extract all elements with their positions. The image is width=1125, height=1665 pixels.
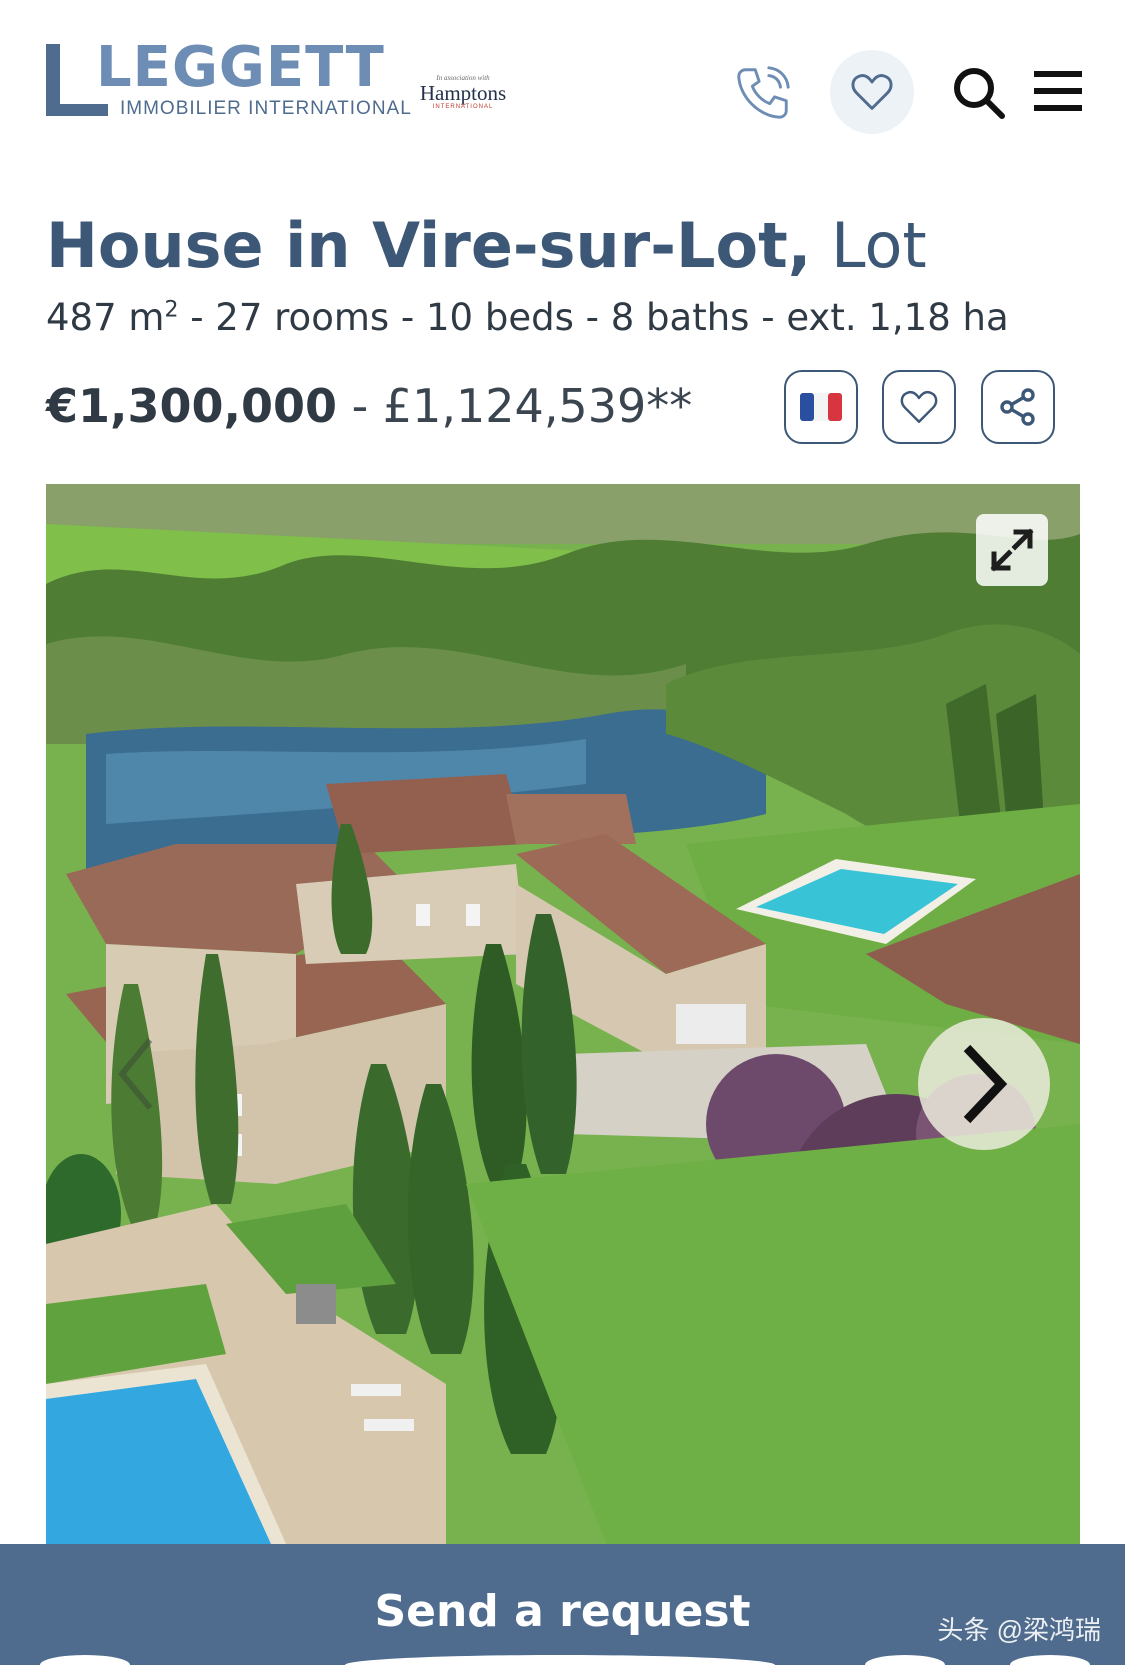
site-header: LEGGETT IMMOBILIER INTERNATIONAL In asso… <box>0 0 1125 190</box>
watermark: 头条 @梁鸿瑞 <box>937 1615 1101 1645</box>
favourites-button[interactable] <box>830 50 914 134</box>
logo-subtitle: IMMOBILIER INTERNATIONAL <box>120 98 412 119</box>
fullscreen-button[interactable] <box>976 514 1048 586</box>
heart-icon <box>851 74 893 110</box>
property-photo[interactable] <box>46 484 1080 1544</box>
previous-photo-button[interactable] <box>106 1024 166 1124</box>
share-icon <box>1000 388 1035 426</box>
search-button[interactable] <box>948 62 1010 124</box>
price-row: €1,300,000 - £1,124,539** <box>46 379 693 433</box>
listing-title: House in Vire-sur-Lot, Lot <box>46 209 927 282</box>
property-aerial-image <box>46 484 1080 1544</box>
send-request-bar[interactable]: Send a request 头条 @梁鸿瑞 <box>0 1544 1125 1665</box>
hamptons-partner-logo: In association with Hamptons INTERNATION… <box>419 74 507 110</box>
price-gbp: £1,124,539** <box>382 379 693 433</box>
phone-button[interactable] <box>728 58 798 128</box>
living-area: 487 m <box>46 296 165 339</box>
next-photo-button[interactable] <box>918 1018 1050 1150</box>
leggett-logo[interactable]: LEGGETT IMMOBILIER INTERNATIONAL <box>46 35 411 120</box>
listing-region: Lot <box>811 209 927 282</box>
hamburger-menu-icon <box>1034 71 1082 111</box>
chevron-right-icon <box>963 1044 1008 1124</box>
search-icon <box>954 68 1005 119</box>
phone-icon <box>737 66 790 119</box>
menu-button[interactable] <box>1030 66 1086 116</box>
french-flag-icon <box>800 393 842 421</box>
share-button[interactable] <box>981 370 1055 444</box>
logo-wordmark: LEGGETT <box>96 35 385 100</box>
save-listing-button[interactable] <box>882 370 956 444</box>
rooms-beds-baths: - 27 rooms - 10 beds - 8 baths - ext. 1,… <box>178 296 1009 339</box>
heart-icon <box>900 390 938 423</box>
price-eur: €1,300,000 <box>46 379 338 433</box>
language-button[interactable] <box>784 370 858 444</box>
expand-icon <box>990 528 1034 572</box>
bottom-tab-hints <box>40 1655 1090 1665</box>
chevron-left-icon <box>118 1038 153 1110</box>
listing-specs: 487 m2 - 27 rooms - 10 beds - 8 baths - … <box>46 296 1009 339</box>
